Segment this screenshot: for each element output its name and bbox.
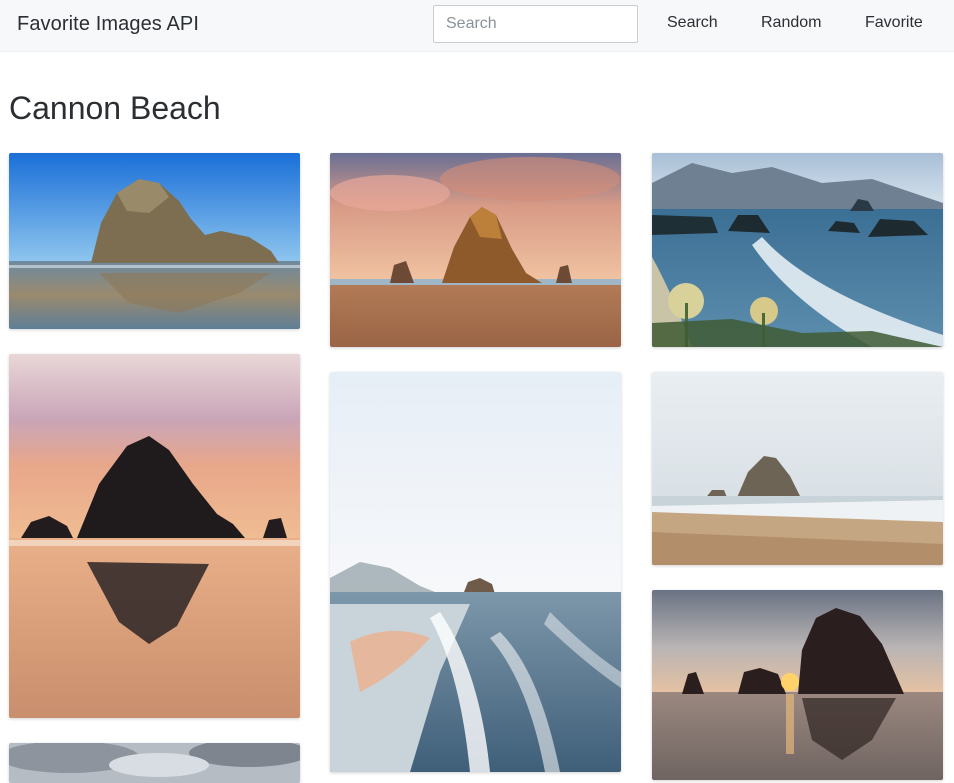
brand-link[interactable]: Favorite Images API: [17, 13, 199, 36]
gallery-image[interactable]: [9, 743, 300, 783]
gallery-image[interactable]: [9, 354, 300, 718]
gallery-image[interactable]: [330, 153, 621, 347]
gallery-image[interactable]: [652, 372, 943, 565]
search-link[interactable]: Search: [667, 14, 718, 32]
gallery-image[interactable]: [330, 372, 621, 772]
navbar: Favorite Images API Search Random Favori…: [0, 0, 954, 52]
gallery-image[interactable]: [9, 153, 300, 329]
gallery-image[interactable]: [652, 153, 943, 347]
page-title: Cannon Beach: [9, 90, 221, 126]
random-link[interactable]: Random: [761, 14, 821, 32]
search-input[interactable]: [433, 5, 638, 43]
favorite-link[interactable]: Favorite: [865, 14, 923, 32]
gallery-image[interactable]: [652, 590, 943, 780]
